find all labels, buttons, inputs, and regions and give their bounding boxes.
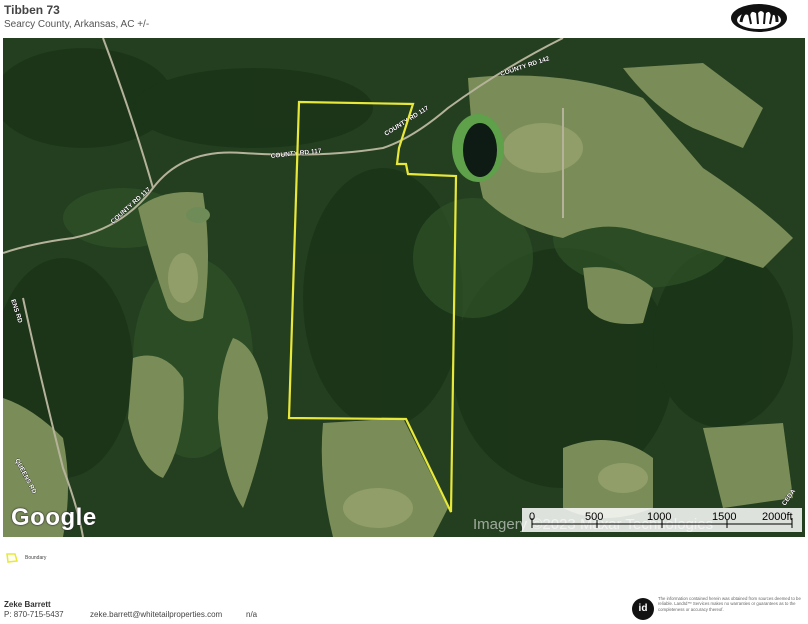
map-legend: Boundary [5,552,65,566]
boundary-swatch-icon [6,553,18,563]
landid-logo-icon: id [632,598,654,620]
scale-label: 2000ft [762,511,793,523]
header: Tibben 73 Searcy County, Arkansas, AC +/… [0,0,808,38]
page-subtitle: Searcy County, Arkansas, AC +/- [4,19,150,30]
agent-phone[interactable]: P: 870-715-5437 [4,610,64,619]
page-title: Tibben 73 [4,3,60,17]
map-imagery: COUNTY RD 142 COUNTY RD 117 COUNTY RD 11… [3,38,805,537]
whitetail-logo-icon [731,4,787,32]
agent-name: Zeke Barrett [4,600,51,609]
scale-bar: 0 500 1000 1500 2000ft [522,508,802,532]
disclaimer-text: The information contained herein was obt… [658,596,801,612]
na-field: n/a [246,610,258,619]
scale-label: 1000 [647,511,671,523]
google-logo: Google [11,504,97,531]
satellite-map[interactable]: COUNTY RD 142 COUNTY RD 117 COUNTY RD 11… [3,38,805,537]
agent-email[interactable]: zeke.barrett@whitetailproperties.com [90,610,222,619]
scale-label: 0 [529,511,535,523]
legend-label: Boundary [25,555,47,561]
scale-label: 500 [585,511,603,523]
scale-label: 1500 [712,511,736,523]
